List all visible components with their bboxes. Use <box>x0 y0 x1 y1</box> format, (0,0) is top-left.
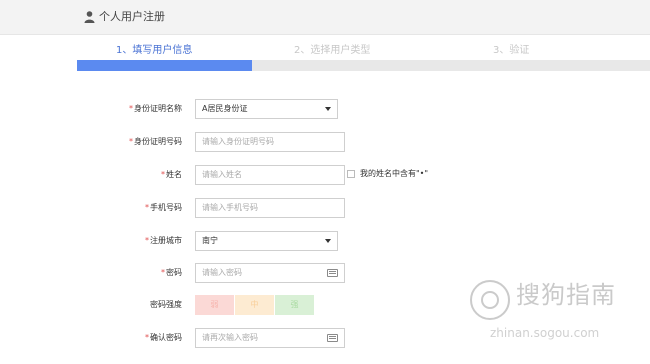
page-title: 个人用户注册 <box>99 10 165 23</box>
name-placeholder: 请输入姓名 <box>202 170 242 179</box>
sogou-logo-icon <box>470 280 510 320</box>
step-verify: 3、验证 <box>493 45 530 56</box>
id-number-row: *身份证明号码 请输入身份证明号码 <box>0 132 650 154</box>
keyboard-icon[interactable] <box>327 269 338 277</box>
id-number-input[interactable]: 请输入身份证明号码 <box>195 132 345 152</box>
password-placeholder: 请输入密码 <box>202 268 242 277</box>
strength-medium: 中 <box>235 295 274 315</box>
password-label: *密码 <box>161 268 182 277</box>
id-type-value: A居民身份证 <box>202 104 248 113</box>
phone-input[interactable]: 请输入手机号码 <box>195 198 345 218</box>
phone-row: *手机号码 请输入手机号码 <box>0 198 650 220</box>
user-icon <box>84 11 95 23</box>
name-dot-checkbox[interactable] <box>347 170 355 178</box>
strength-label: 密码强度 <box>150 300 182 309</box>
step-select-type: 2、选择用户类型 <box>294 45 371 56</box>
registration-steps: 1、填写用户信息 2、选择用户类型 3、验证 <box>77 38 650 72</box>
confirm-password-placeholder: 请再次输入密码 <box>202 333 258 342</box>
phone-placeholder: 请输入手机号码 <box>202 203 258 212</box>
city-label: *注册城市 <box>145 236 182 245</box>
city-select[interactable]: 南宁 <box>195 231 338 251</box>
id-type-select[interactable]: A居民身份证 <box>195 99 338 119</box>
keyboard-icon[interactable] <box>327 334 338 342</box>
name-label: *姓名 <box>161 170 182 179</box>
id-type-row: *身份证明名称 A居民身份证 <box>0 99 650 121</box>
strength-strong: 强 <box>275 295 314 315</box>
name-input[interactable]: 请输入姓名 <box>195 165 345 185</box>
id-number-placeholder: 请输入身份证明号码 <box>202 137 274 146</box>
watermark-text: 搜狗指南 <box>516 281 616 309</box>
watermark-url: zhinan.sogou.com <box>490 326 600 340</box>
page-header: 个人用户注册 <box>0 0 650 35</box>
password-input[interactable]: 请输入密码 <box>195 263 345 283</box>
name-dot-checkbox-label: 我的姓名中含有"•" <box>360 169 429 178</box>
strength-weak: 弱 <box>195 295 234 315</box>
id-type-label: *身份证明名称 <box>129 104 182 113</box>
dropdown-arrow-icon <box>325 107 331 111</box>
city-row: *注册城市 南宁 <box>0 231 650 253</box>
progress-fill <box>77 60 252 71</box>
watermark: 搜狗指南 zhinan.sogou.com <box>470 272 650 364</box>
phone-label: *手机号码 <box>145 203 182 212</box>
city-value: 南宁 <box>202 236 218 245</box>
password-strength-meter: 弱 中 强 <box>195 295 314 315</box>
step-fill-info: 1、填写用户信息 <box>116 45 193 56</box>
progress-bar <box>77 60 650 71</box>
confirm-password-label: *确认密码 <box>145 333 182 342</box>
dropdown-arrow-icon <box>325 239 331 243</box>
id-number-label: *身份证明号码 <box>129 137 182 146</box>
confirm-password-input[interactable]: 请再次输入密码 <box>195 328 345 348</box>
name-row: *姓名 请输入姓名 我的姓名中含有"•" <box>0 165 650 187</box>
